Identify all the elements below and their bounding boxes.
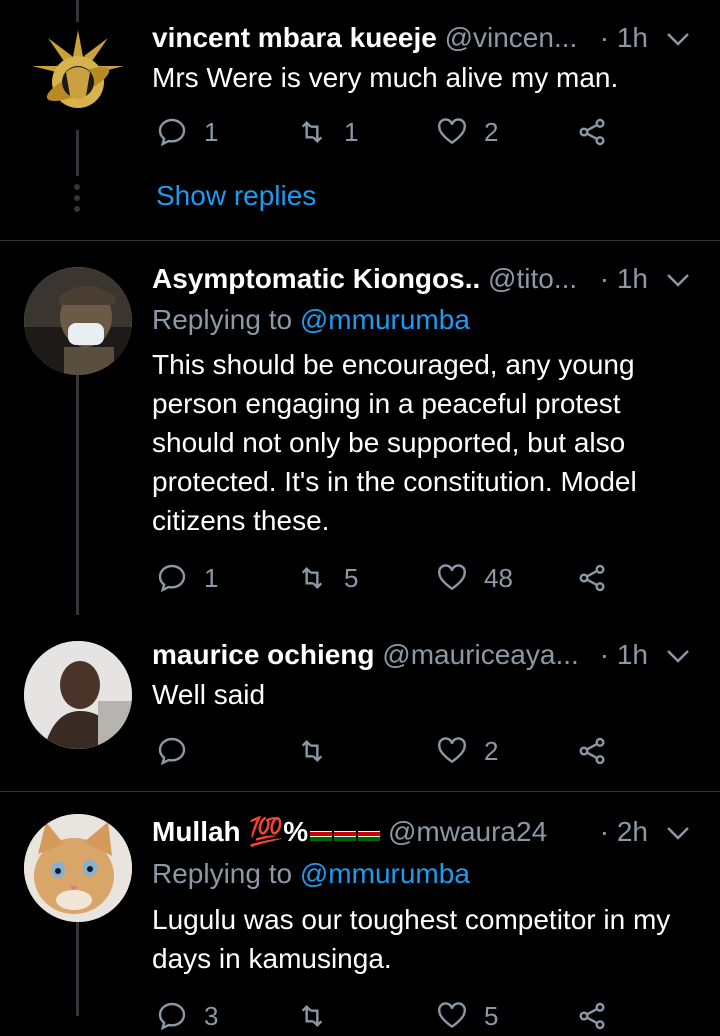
avatar[interactable] [24, 641, 132, 749]
avatar[interactable] [24, 267, 132, 375]
like-count: 48 [484, 562, 513, 593]
tweet-text: Mrs Were is very much alive my man. [152, 62, 619, 93]
retweet-icon [301, 1004, 323, 1028]
reply-icon [158, 118, 186, 147]
share-button[interactable] [576, 731, 608, 771]
reply-button[interactable]: 3 [156, 996, 218, 1036]
tweet-actions: 1 5 48 [152, 558, 632, 598]
share-icon [579, 1002, 605, 1030]
reply-count: 3 [204, 1000, 219, 1031]
tweet-header: maurice ochieng @mauriceaya... · 1h [152, 635, 696, 675]
tweet-header: Mullah 💯% @mwaura24 · 2h [152, 812, 696, 852]
tweet-1[interactable]: vincent mbara kueeje @vincen... · 1h Mrs… [0, 0, 720, 240]
timestamp[interactable]: · 1h [600, 635, 648, 675]
replying-to-label: Replying to [152, 304, 293, 335]
retweet-icon [301, 739, 323, 763]
reply-count: 1 [204, 562, 219, 593]
tweet-actions: 3 5 [152, 996, 632, 1036]
tweet-header: vincent mbara kueeje @vincen... · 1h [152, 18, 696, 58]
retweet-button[interactable] [296, 731, 344, 771]
replying-to: Replying to @mmurumba [152, 854, 470, 894]
author-handle[interactable]: @mwaura24 [388, 816, 547, 847]
replying-to-label: Replying to [152, 858, 293, 889]
tweet-actions: 2 [152, 731, 632, 771]
share-icon [579, 737, 605, 765]
like-icon [438, 118, 466, 145]
retweet-button[interactable] [296, 996, 344, 1036]
tweet-text: Well said [152, 679, 266, 710]
like-count: 2 [484, 735, 499, 766]
replying-to: Replying to @mmurumba [152, 300, 470, 340]
reply-button[interactable]: 1 [156, 558, 218, 598]
tweet-text: This should be encouraged, any young per… [152, 349, 637, 536]
author-name[interactable]: maurice ochieng [152, 639, 375, 670]
like-icon [438, 737, 466, 764]
reply-icon [158, 737, 186, 766]
thread-line [76, 375, 79, 615]
tweet-text: Lugulu was our toughest competitor in my… [152, 904, 671, 974]
share-icon [579, 118, 605, 146]
avatar[interactable] [24, 814, 132, 922]
timestamp[interactable]: · 1h [600, 259, 648, 299]
tweet-actions: 1 1 2 [152, 112, 632, 152]
retweet-icon [301, 566, 323, 590]
kenya-flag-icon [308, 816, 381, 847]
author-handle[interactable]: @vincen... [445, 22, 578, 53]
tweet-2[interactable]: Asymptomatic Kiongos.. @tito... · 1h Rep… [0, 241, 720, 615]
author-name[interactable]: vincent mbara kueeje [152, 22, 437, 53]
author-name[interactable]: Asymptomatic Kiongos.. [152, 263, 480, 294]
timestamp[interactable]: · 2h [600, 812, 648, 852]
like-button[interactable]: 5 [436, 996, 498, 1036]
reply-button[interactable]: 1 [156, 112, 218, 152]
author-handle[interactable]: @tito... [488, 263, 577, 294]
retweet-button[interactable]: 1 [296, 112, 358, 152]
share-button[interactable] [576, 996, 608, 1036]
like-icon [438, 1002, 466, 1029]
chevron-down-icon[interactable] [664, 259, 692, 310]
reply-icon [158, 564, 186, 593]
reply-icon [158, 1002, 186, 1031]
reply-count: 1 [204, 116, 219, 147]
tweet-3[interactable]: maurice ochieng @mauriceaya... · 1h Well… [0, 615, 720, 791]
retweet-count: 5 [344, 562, 359, 593]
show-replies-link[interactable]: Show replies [156, 176, 316, 216]
tweet-4[interactable]: Mullah 💯% @mwaura24 · 2h Replying to @mm… [0, 792, 720, 1031]
more-replies-dots [73, 184, 81, 217]
author-name[interactable]: Mullah 💯% [152, 816, 308, 847]
retweet-count: 1 [344, 116, 359, 147]
like-count: 5 [484, 1000, 499, 1031]
like-count: 2 [484, 116, 499, 147]
author-handle[interactable]: @mauriceaya... [382, 639, 579, 670]
tweet-header: Asymptomatic Kiongos.. @tito... · 1h [152, 259, 696, 299]
thread-line [76, 922, 79, 1016]
like-icon [438, 564, 466, 591]
replying-to-handle[interactable]: @mmurumba [300, 304, 470, 335]
share-icon [579, 564, 605, 592]
share-button[interactable] [576, 112, 608, 152]
like-button[interactable]: 48 [436, 558, 513, 598]
chevron-down-icon[interactable] [664, 812, 692, 863]
like-button[interactable]: 2 [436, 112, 498, 152]
share-button[interactable] [576, 558, 608, 598]
retweet-icon [301, 120, 323, 144]
reply-button[interactable] [156, 731, 204, 771]
avatar[interactable] [24, 22, 132, 130]
replying-to-handle[interactable]: @mmurumba [300, 858, 470, 889]
retweet-button[interactable]: 5 [296, 558, 358, 598]
thread-line [76, 130, 79, 176]
like-button[interactable]: 2 [436, 731, 498, 771]
timestamp[interactable]: · 1h [600, 18, 648, 58]
